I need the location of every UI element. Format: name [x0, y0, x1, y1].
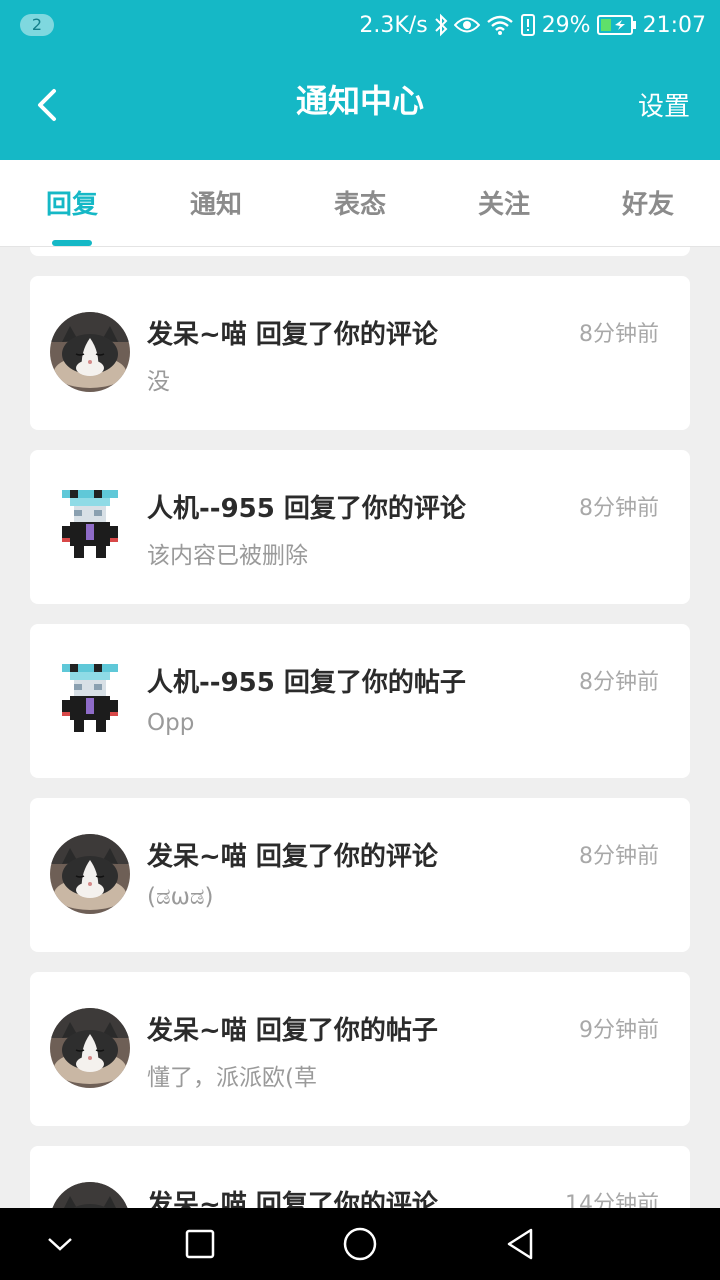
- notification-content: (ಡωಡ): [147, 884, 214, 910]
- pixel-robot-avatar[interactable]: [50, 660, 130, 740]
- recents-button[interactable]: [180, 1224, 220, 1264]
- cat-avatar[interactable]: [50, 834, 130, 914]
- wifi-icon: [486, 14, 514, 36]
- list-item[interactable]: 发呆~喵 回复了你的评论 8分钟前 没: [30, 276, 690, 430]
- tab-follows[interactable]: 关注: [432, 184, 576, 221]
- status-bar: 2 2.3K/s 29% 21:07: [0, 0, 720, 50]
- battery-icon: [596, 14, 637, 36]
- tab-reactions[interactable]: 表态: [288, 184, 432, 221]
- tab-replies[interactable]: 回复: [0, 184, 144, 221]
- status-indicators: 2.3K/s 29% 21:07: [359, 10, 706, 40]
- notification-time: 8分钟前: [579, 496, 659, 521]
- page-title: 通知中心: [295, 82, 424, 120]
- square-icon: [185, 1229, 215, 1259]
- notification-content: 没: [147, 369, 170, 395]
- pixel-robot-avatar[interactable]: [50, 486, 130, 566]
- notification-title: 发呆~喵 回复了你的评论: [147, 1190, 438, 1208]
- notification-content: 懂了，派派欧(草: [147, 1065, 317, 1091]
- notification-time: 8分钟前: [579, 844, 659, 869]
- list-item[interactable]: 人机--955 回复了你的帖子 8分钟前 Opp: [30, 624, 690, 778]
- notification-time: 14分钟前: [565, 1192, 659, 1208]
- tab-notifications[interactable]: 通知: [144, 184, 288, 221]
- notification-title: 发呆~喵 回复了你的帖子: [147, 1016, 438, 1046]
- notification-time: 9分钟前: [579, 1018, 659, 1043]
- back-nav-button[interactable]: [500, 1224, 540, 1264]
- tab-bar: 回复 通知 表态 关注 好友: [0, 160, 720, 247]
- home-button[interactable]: [340, 1224, 380, 1264]
- list-item-partial[interactable]: [30, 247, 690, 256]
- notification-list[interactable]: 发呆~喵 回复了你的评论 8分钟前 没 人机--955 回复了你的评论 8分钟前…: [0, 247, 720, 1208]
- list-item[interactable]: 人机--955 回复了你的评论 8分钟前 该内容已被删除: [30, 450, 690, 604]
- app-bar: 通知中心 设置: [0, 50, 720, 160]
- tab-friends[interactable]: 好友: [576, 184, 720, 221]
- system-nav-bar: [0, 1208, 720, 1280]
- notification-title: 人机--955 回复了你的评论: [147, 494, 466, 524]
- net-speed: 2.3K/s: [359, 12, 428, 38]
- clock: 21:07: [642, 12, 706, 38]
- cat-avatar[interactable]: [50, 1008, 130, 1088]
- eye-icon: [453, 15, 480, 35]
- bluetooth-icon: [434, 13, 448, 37]
- cat-avatar[interactable]: [50, 1182, 130, 1208]
- notification-title: 发呆~喵 回复了你的评论: [147, 842, 438, 872]
- notification-title: 发呆~喵 回复了你的评论: [147, 320, 438, 350]
- settings-button[interactable]: 设置: [638, 86, 690, 123]
- list-item[interactable]: 发呆~喵 回复了你的评论 14分钟前: [30, 1146, 690, 1208]
- notification-time: 8分钟前: [579, 670, 659, 695]
- alert-icon: [520, 13, 536, 37]
- active-tab-indicator: [52, 240, 92, 246]
- hide-nav-button[interactable]: [40, 1224, 80, 1264]
- cat-avatar[interactable]: [50, 312, 130, 392]
- notification-time: 8分钟前: [579, 322, 659, 347]
- notification-title: 人机--955 回复了你的帖子: [147, 668, 466, 698]
- notification-content: Opp: [147, 710, 195, 736]
- circle-icon: [343, 1227, 377, 1261]
- list-item[interactable]: 发呆~喵 回复了你的帖子 9分钟前 懂了，派派欧(草: [30, 972, 690, 1126]
- notification-count-badge: 2: [20, 14, 54, 36]
- triangle-back-icon: [507, 1228, 533, 1260]
- chevron-down-icon: [48, 1238, 72, 1251]
- list-item[interactable]: 发呆~喵 回复了你的评论 8分钟前 (ಡωಡ): [30, 798, 690, 952]
- notification-content: 该内容已被删除: [147, 543, 308, 569]
- battery-percent: 29%: [541, 12, 591, 38]
